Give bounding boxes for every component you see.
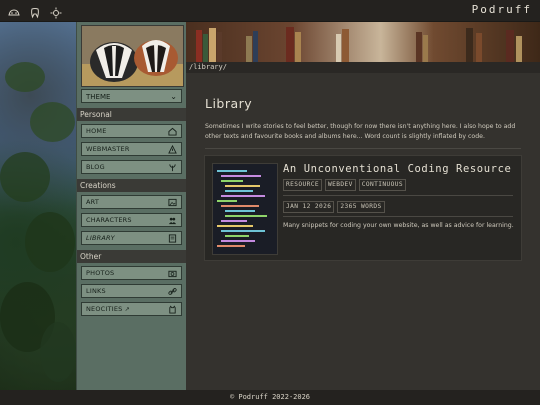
people-icon [168, 217, 177, 225]
code-thumbnail [212, 163, 278, 255]
link-icon [168, 288, 177, 295]
book-icon [168, 234, 177, 243]
sidebar-item-links[interactable]: LINKS [81, 284, 182, 298]
top-icons [8, 4, 62, 19]
section-other: Other [77, 250, 186, 263]
cat-icon [169, 305, 176, 314]
card-divider [283, 216, 513, 217]
card-meta: JAN 12 2026 2365 WORDS [283, 201, 385, 213]
camera-icon [168, 270, 177, 278]
sidebar-item-label: WEBMASTER [86, 145, 130, 153]
tag[interactable]: RESOURCE [283, 179, 323, 191]
sidebar-item-photos[interactable]: PHOTOS [81, 266, 182, 280]
sidebar-item-blog[interactable]: BLOG [81, 160, 182, 174]
forest-background [0, 22, 76, 390]
wordcount-badge: 2365 WORDS [337, 201, 385, 213]
card-description: Many snippets for coding your own websit… [283, 222, 514, 229]
sidebar-item-neocities[interactable]: NEOCITIES ↗ [81, 302, 182, 316]
story-card[interactable]: An Unconventional Coding Resource RESOUR… [204, 155, 522, 261]
tag-list: RESOURCE WEBDEV CONTINUOUS [283, 179, 407, 191]
theme-label: THEME [86, 93, 111, 101]
footer: © Podruff 2022-2026 [0, 390, 540, 405]
external-link-icon: ↗ [124, 306, 130, 313]
card-title[interactable]: An Unconventional Coding Resource [283, 163, 511, 175]
tooth-icon[interactable] [29, 4, 41, 19]
sidebar-item-label: LINKS [86, 287, 106, 295]
main-content: Library Sometimes I write stories to fee… [186, 73, 540, 390]
bookshelf-banner [186, 22, 540, 62]
section-creations: Creations [77, 179, 186, 192]
chevron-down-icon: ⌄ [170, 92, 177, 101]
section-personal: Personal [77, 108, 186, 121]
plant-icon [169, 164, 176, 172]
divider [205, 148, 521, 149]
warning-icon [168, 145, 177, 154]
sun-icon[interactable] [50, 4, 62, 19]
sidebar-item-label: ART [86, 198, 100, 206]
sidebar-item-webmaster[interactable]: WEBMASTER [81, 142, 182, 156]
image-icon [168, 198, 177, 207]
sidebar-item-label: CHARACTERS [86, 216, 132, 224]
sidebar: THEME ⌄ Personal HOME WEBMASTER BLOG Cre… [76, 22, 187, 390]
badger-icon[interactable] [8, 4, 20, 16]
sidebar-item-label: PHOTOS [86, 269, 115, 277]
top-bar: Podruff [0, 0, 540, 22]
page-title: Library [205, 96, 253, 111]
sidebar-item-label: BLOG [86, 163, 105, 171]
date-badge: JAN 12 2026 [283, 201, 335, 213]
sidebar-item-library[interactable]: LIBRARY [81, 231, 182, 245]
intro-text: Sometimes I write stories to feel better… [205, 123, 516, 140]
sidebar-item-home[interactable]: HOME [81, 124, 182, 138]
tag[interactable]: CONTINUOUS [358, 179, 407, 191]
breadcrumb: /library/ [186, 62, 540, 73]
sidebar-item-characters[interactable]: CHARACTERS [81, 213, 182, 227]
badger-avatar [81, 25, 184, 87]
home-icon [168, 127, 177, 136]
sidebar-item-label: HOME [86, 127, 107, 135]
sidebar-item-art[interactable]: ART [81, 195, 182, 209]
sidebar-item-label: NEOCITIES [86, 305, 123, 313]
theme-dropdown[interactable]: THEME ⌄ [81, 89, 182, 103]
tag[interactable]: WEBDEV [325, 179, 356, 191]
card-divider [283, 195, 513, 196]
site-brand[interactable]: Podruff [472, 3, 532, 16]
sidebar-item-label: LIBRARY [86, 234, 115, 242]
